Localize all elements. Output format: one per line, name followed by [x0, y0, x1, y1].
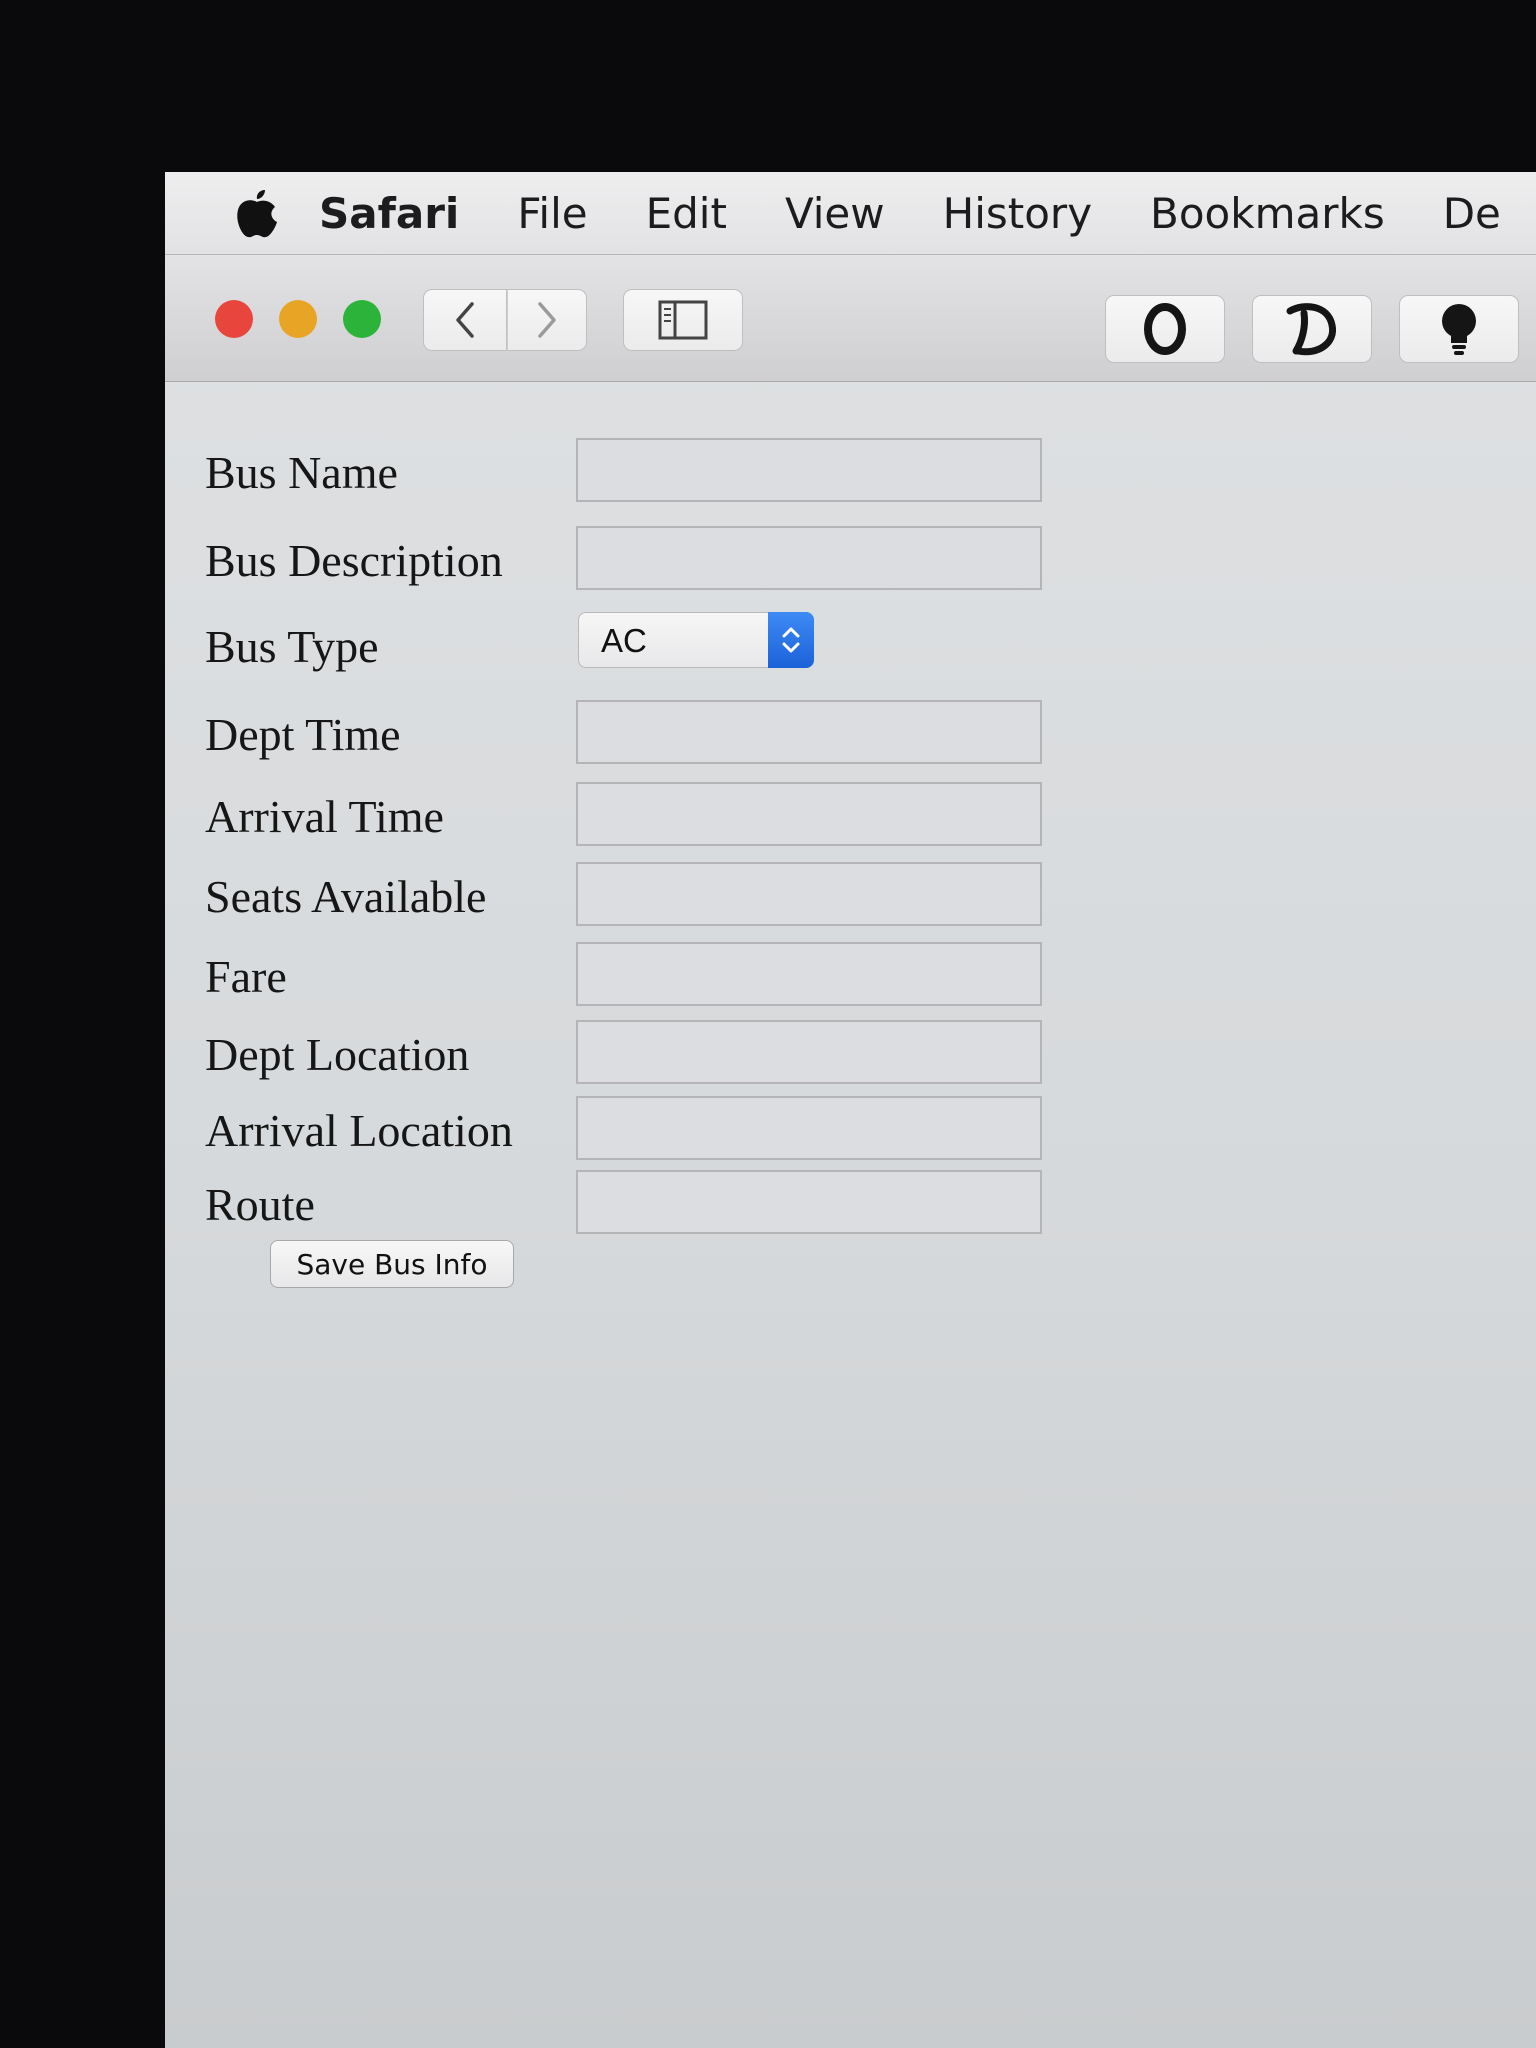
screen: Safari File Edit View History Bookmarks …: [165, 172, 1536, 2048]
close-window-button[interactable]: [215, 300, 253, 338]
extension-o-button[interactable]: [1105, 295, 1225, 363]
fare-label: Fare: [205, 951, 287, 1002]
bus-description-label: Bus Description: [205, 535, 503, 586]
fare-input[interactable]: [576, 942, 1042, 1006]
menu-bookmarks[interactable]: Bookmarks: [1150, 189, 1385, 238]
chevron-left-icon: [456, 302, 474, 338]
route-label: Route: [205, 1179, 315, 1230]
dept-time-input[interactable]: [576, 700, 1042, 764]
arrival-location-input[interactable]: [576, 1096, 1042, 1160]
lightbulb-icon: [1442, 304, 1476, 355]
seats-available-label: Seats Available: [205, 871, 487, 922]
page-content: Bus Name Bus Description Bus Type AC Dep…: [165, 382, 1536, 2048]
extension-bulb-button[interactable]: [1399, 295, 1519, 363]
menu-file[interactable]: File: [517, 189, 587, 238]
save-bus-info-button[interactable]: Save Bus Info: [270, 1240, 514, 1288]
back-button[interactable]: [423, 289, 507, 351]
bus-name-input[interactable]: [576, 438, 1042, 502]
dept-time-label: Dept Time: [205, 709, 401, 760]
menu-safari[interactable]: Safari: [319, 189, 459, 238]
dept-location-label: Dept Location: [205, 1029, 470, 1080]
menu-develop[interactable]: De: [1443, 189, 1501, 238]
bus-name-label: Bus Name: [205, 447, 398, 498]
extension-d-button[interactable]: [1252, 295, 1372, 363]
bus-type-selected-value: AC: [601, 622, 647, 659]
bus-description-input[interactable]: [576, 526, 1042, 590]
sidebar-icon: [658, 300, 708, 340]
select-arrows-icon: [768, 612, 814, 668]
forward-button[interactable]: [507, 289, 587, 351]
menu-history[interactable]: History: [943, 189, 1092, 238]
seats-available-input[interactable]: [576, 862, 1042, 926]
toolbar: [165, 255, 1536, 382]
menu-edit[interactable]: Edit: [646, 189, 727, 238]
arrival-location-label: Arrival Location: [205, 1105, 513, 1156]
sidebar-toggle-button[interactable]: [623, 289, 743, 351]
apple-icon[interactable]: [235, 184, 279, 242]
d-script-icon: [1286, 303, 1336, 356]
minimize-window-button[interactable]: [279, 300, 317, 338]
route-input[interactable]: [576, 1170, 1042, 1234]
chevron-right-icon: [538, 302, 556, 338]
menu-bar: Safari File Edit View History Bookmarks …: [165, 172, 1536, 255]
arrival-time-input[interactable]: [576, 782, 1042, 846]
o-icon: [1144, 303, 1186, 355]
bus-type-select[interactable]: AC: [578, 612, 814, 668]
bus-type-label: Bus Type: [205, 621, 379, 672]
arrival-time-label: Arrival Time: [205, 791, 444, 842]
menu-view[interactable]: View: [785, 189, 885, 238]
dept-location-input[interactable]: [576, 1020, 1042, 1084]
maximize-window-button[interactable]: [343, 300, 381, 338]
